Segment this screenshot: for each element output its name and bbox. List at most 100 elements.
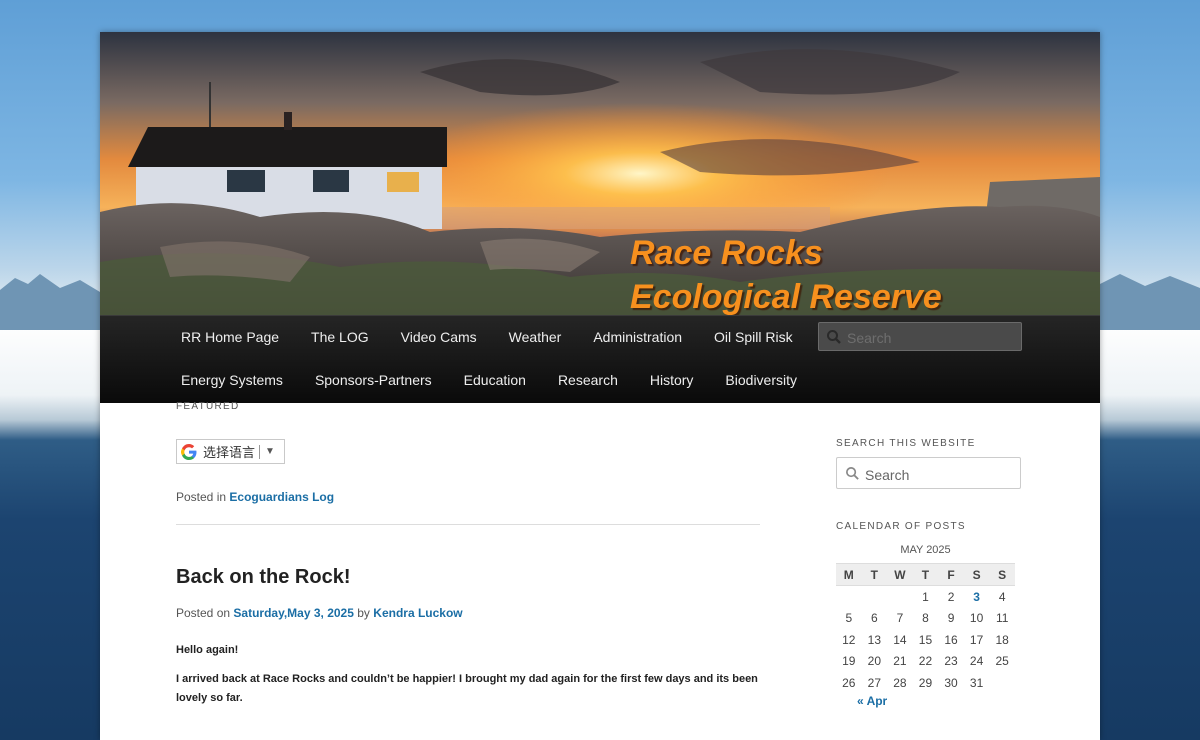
calendar-day: 22 <box>918 654 933 669</box>
byline-by: by <box>357 606 370 620</box>
calendar-day: 27 <box>867 675 882 690</box>
site-title[interactable]: Race Rocks Ecological Reserve <box>630 231 942 315</box>
nav-item-administration[interactable]: Administration <box>577 316 698 358</box>
search-widget-title: SEARCH THIS WEBSITE <box>836 438 976 449</box>
dropdown-arrow-icon: ▼ <box>265 446 275 457</box>
calendar-week-row: 19 20 21 22 23 24 25 <box>836 651 1015 673</box>
post-divider <box>176 524 760 525</box>
post-calendar: MAY 2025 MTWTFSS 1 2 3 4 5 6 7 8 9 10 11 12 13 14 15 16… <box>836 544 1015 694</box>
post-category-line: Posted in Ecoguardians Log <box>176 490 334 504</box>
category-link[interactable]: Ecoguardians Log <box>229 490 334 504</box>
site-title-line2: Ecological Reserve <box>630 278 942 315</box>
nav-row-2: Energy Systems Sponsors-Partners Educati… <box>100 359 813 401</box>
calendar-day: 11 <box>995 611 1009 626</box>
calendar-day-header: T <box>861 563 888 586</box>
post-byline: Posted on Saturday,May 3, 2025 by Kendra… <box>176 606 463 620</box>
mountain-silhouette <box>1100 274 1200 330</box>
sidebar: SEARCH THIS WEBSITE CALENDAR OF POSTS MA… <box>836 438 1026 708</box>
nav-item-history[interactable]: History <box>634 359 710 401</box>
calendar-day: 6 <box>871 611 878 626</box>
calendar-day: 21 <box>893 654 907 669</box>
nav-item-the-log[interactable]: The LOG <box>295 316 385 358</box>
calendar-day: 15 <box>918 632 933 647</box>
author-link[interactable]: Kendra Luckow <box>373 606 462 620</box>
calendar-day: 30 <box>944 675 958 690</box>
header-banner[interactable]: Race Rocks Ecological Reserve <box>100 32 1100 315</box>
featured-label: FEATURED <box>176 401 240 412</box>
nav-item-rr-home-page[interactable]: RR Home Page <box>165 316 295 358</box>
calendar-day: 26 <box>842 675 856 690</box>
calendar-header-row: MTWTFSS <box>836 563 1015 586</box>
calendar-week-row: 1 234 <box>836 586 1015 608</box>
page-container: Race Rocks Ecological Reserve RR Home Pa… <box>100 32 1100 740</box>
calendar-empty-cell <box>887 586 913 608</box>
nav-row-1: RR Home Page The LOG Video Cams Weather … <box>100 316 809 358</box>
calendar-day: 31 <box>969 675 984 690</box>
nav-item-research[interactable]: Research <box>542 359 634 401</box>
separator <box>259 444 261 459</box>
calendar-empty-cell <box>836 586 862 608</box>
google-icon <box>181 443 197 460</box>
calendar-day: 8 <box>922 611 929 626</box>
calendar-day-header: F <box>938 563 964 586</box>
language-selector-label: 选择语言 <box>203 445 256 460</box>
calendar-day: 12 <box>842 632 856 647</box>
calendar-week-row: 26 27 28 29 30 31 <box>836 672 1015 694</box>
sidebar-search-input[interactable] <box>863 464 1017 485</box>
calendar-day: 2 <box>947 589 955 604</box>
calendar-day: 10 <box>969 611 984 626</box>
calendar-day: 17 <box>969 632 984 647</box>
nav-item-energy-systems[interactable]: Energy Systems <box>165 359 299 401</box>
calendar-day: 23 <box>944 654 958 669</box>
nav-item-education[interactable]: Education <box>448 359 542 401</box>
calendar-day: 28 <box>893 675 907 690</box>
main-navigation: RR Home Page The LOG Video Cams Weather … <box>100 315 1100 403</box>
calendar-empty-cell <box>862 586 888 608</box>
search-icon <box>827 330 841 344</box>
calendar-day: 24 <box>969 654 984 669</box>
calendar-day-header: S <box>963 563 990 586</box>
calendar-day-header: M <box>836 563 862 586</box>
header-image <box>100 32 1100 315</box>
calendar-widget-title: CALENDAR OF POSTS <box>836 521 966 532</box>
mountain-silhouette <box>0 274 100 330</box>
nav-item-biodiversity[interactable]: Biodiversity <box>709 359 813 401</box>
calendar-empty-cell <box>989 672 1015 694</box>
site-title-line1: Race Rocks <box>630 234 823 272</box>
language-selector[interactable]: 选择语言 ▼ <box>176 439 285 464</box>
calendar-day-header: S <box>989 563 1015 586</box>
calendar-day: 29 <box>918 675 933 690</box>
calendar-day: 1 <box>922 589 929 604</box>
posted-in-prefix: Posted in <box>176 490 227 504</box>
calendar-week-row: 5 6 7 8 9 10 11 <box>836 608 1015 630</box>
post-paragraph: I arrived back at Race Rocks and couldn’… <box>176 673 758 704</box>
calendar-day: 25 <box>995 654 1009 669</box>
calendar-day: 16 <box>944 632 958 647</box>
calendar-day: 20 <box>867 654 882 669</box>
sidebar-search-box[interactable] <box>836 457 1021 489</box>
calendar-day[interactable]: 3 <box>964 586 990 608</box>
calendar-body: 1 2 3 4 5 6 7 8 9 10 11 12 13 14 15 16 17 18 19 20 21 22 23 24 2… <box>836 586 1015 694</box>
calendar-day-header: T <box>912 563 939 586</box>
post-title[interactable]: Back on the Rock! <box>176 566 350 589</box>
calendar-day: 9 <box>947 611 955 626</box>
calendar-week-row: 12 13 14 15 16 17 18 <box>836 629 1015 651</box>
nav-search-input[interactable] <box>845 326 1019 349</box>
search-icon <box>846 467 859 480</box>
calendar-day: 7 <box>896 611 904 626</box>
nav-item-oil-spill-risk[interactable]: Oil Spill Risk <box>698 316 809 358</box>
calendar-day: 4 <box>998 589 1006 604</box>
calendar-day: 19 <box>842 654 856 669</box>
nav-item-sponsors-partners[interactable]: Sponsors-Partners <box>299 359 448 401</box>
calendar-caption: MAY 2025 <box>900 544 951 556</box>
post-paragraph: Hello again! <box>176 644 239 656</box>
nav-search-box[interactable] <box>818 322 1022 351</box>
calendar-day: 18 <box>995 632 1009 647</box>
calendar-day: 13 <box>867 632 882 647</box>
calendar-prev-month-link[interactable]: « Apr <box>857 694 1026 708</box>
calendar-day: 14 <box>893 632 907 647</box>
nav-item-video-cams[interactable]: Video Cams <box>385 316 493 358</box>
nav-item-weather[interactable]: Weather <box>493 316 578 358</box>
post-date-link[interactable]: Saturday,May 3, 2025 <box>233 606 354 620</box>
calendar-day-header: W <box>887 563 913 586</box>
